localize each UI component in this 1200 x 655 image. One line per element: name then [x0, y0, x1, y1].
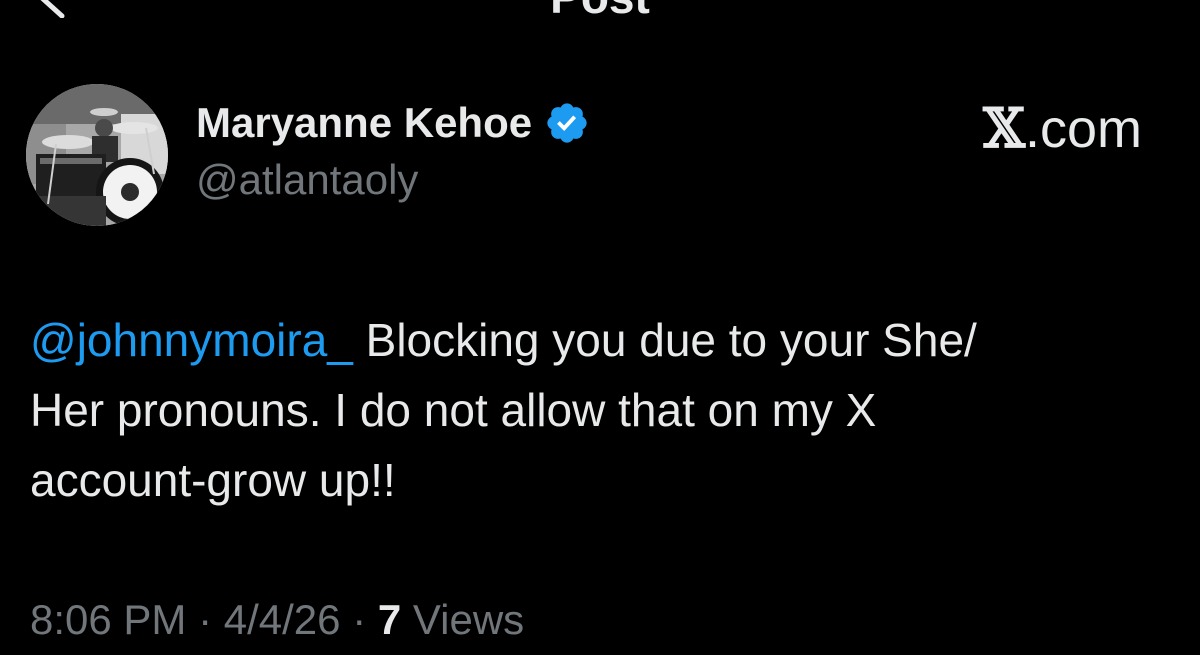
brand-domain: .com	[1024, 99, 1142, 159]
post-time[interactable]: 8:06 PM	[30, 596, 186, 643]
meta-separator: ·	[186, 596, 224, 643]
views-count[interactable]: 7	[378, 596, 401, 643]
post-text-line-3: account-grow up!!	[30, 454, 396, 506]
avatar[interactable]	[26, 84, 168, 226]
page-title: Post	[0, 0, 1200, 20]
author-handle[interactable]: @atlantaoly	[196, 156, 418, 204]
x-com-watermark: 𝕏.com	[983, 96, 1142, 160]
avatar-image	[26, 84, 168, 226]
meta-separator: ·	[340, 596, 378, 643]
views-label: Views	[401, 596, 525, 643]
post-text-line-2: Her pronouns. I do not allow that on my …	[30, 384, 877, 436]
post-text-line-1: @johnnymoira_ Blocking you due to your S…	[30, 305, 1150, 375]
x-logo: 𝕏	[983, 96, 1025, 160]
post-date[interactable]: 4/4/26	[224, 596, 341, 643]
post-text: @johnnymoira_ Blocking you due to your S…	[30, 305, 1150, 515]
verified-badge-icon	[547, 103, 587, 143]
author-name-row[interactable]: Maryanne Kehoe	[196, 98, 590, 148]
post-metadata: 8:06 PM · 4/4/26 · 7 Views	[30, 596, 524, 644]
post-text-segment: Blocking you due to your She/	[352, 314, 977, 366]
author-display-name[interactable]: Maryanne Kehoe	[196, 99, 532, 147]
top-bar: Post	[0, 0, 1200, 20]
mention-link[interactable]: @johnnymoira_	[30, 314, 353, 366]
